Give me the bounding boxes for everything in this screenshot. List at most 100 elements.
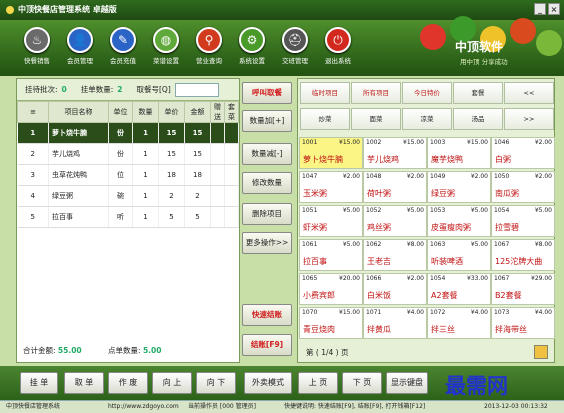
dish-cell[interactable]: 1070 ¥15.00 青豆烧肉 bbox=[299, 307, 363, 339]
toolbar-label: 营业查询 bbox=[196, 57, 222, 65]
dish-cell[interactable]: 1071 ¥4.00 拌黄瓜 bbox=[363, 307, 427, 339]
dish-cell[interactable]: 1061 ¥5.00 拉百事 bbox=[299, 239, 363, 271]
category-tab[interactable]: 炒菜 bbox=[300, 108, 350, 130]
action-button[interactable]: 呼叫取餐 bbox=[242, 82, 292, 104]
item-name: 萝卜烧牛腩 bbox=[48, 122, 109, 144]
dish-code: 1073 bbox=[494, 309, 510, 316]
bottom-button[interactable]: 向 下 bbox=[196, 372, 236, 394]
bottom-button[interactable]: 下 页 bbox=[342, 372, 382, 394]
toolbar-button[interactable]: ◍ 菜谱设置 bbox=[146, 27, 186, 65]
bottom-button[interactable]: 外卖模式 bbox=[244, 372, 292, 394]
dish-price: ¥5.00 bbox=[470, 207, 488, 214]
dish-price: ¥5.00 bbox=[470, 241, 488, 248]
toolbar-button[interactable]: ⛑ 交班管理 bbox=[275, 27, 315, 65]
action-button[interactable]: 数量减[-] bbox=[242, 143, 292, 165]
toolbar-button[interactable]: ⚲ 营业查询 bbox=[189, 27, 229, 65]
menu-panel: 临时项目 所有项目 今日特价 套餐 << 炒菜 面菜 凉菜 汤品 >> 1001 ¥15.00 萝卜烧… bbox=[297, 78, 555, 363]
action-button[interactable]: 更多操作>> bbox=[242, 232, 292, 254]
bottom-button[interactable]: 上 页 bbox=[298, 372, 338, 394]
dish-cell[interactable]: 1049 ¥2.00 绿豆粥 bbox=[427, 171, 491, 203]
action-button[interactable]: 删除项目 bbox=[242, 203, 292, 225]
bottom-button[interactable]: 向 上 bbox=[152, 372, 192, 394]
dish-cell[interactable]: 1054 ¥33.00 A2套餐 bbox=[427, 273, 491, 305]
col-header: 项目名称 bbox=[48, 101, 109, 123]
dish-cell[interactable]: 1001 ¥15.00 萝卜烧牛腩 bbox=[299, 137, 363, 169]
dish-cell[interactable]: 1066 ¥2.00 白米饭 bbox=[363, 273, 427, 305]
toolbar-label: 会员充值 bbox=[110, 57, 136, 65]
status-operator: 当前操作员 [000 管理员] bbox=[188, 403, 256, 410]
toolbar-button[interactable]: ♨ 快餐销售 bbox=[17, 27, 57, 65]
dish-cell[interactable]: 1048 ¥2.00 荷叶粥 bbox=[363, 171, 427, 203]
category-tab[interactable]: >> bbox=[504, 108, 554, 130]
bottom-button[interactable]: 挂 单 bbox=[20, 372, 58, 394]
row-index: 2 bbox=[17, 143, 49, 165]
order-table-header: ≡ 项目名称 单位 数量 单价 金额 赠送 套菜 bbox=[17, 101, 239, 123]
category-tab[interactable]: 今日特价 bbox=[402, 82, 452, 104]
toolbar-label: 交班管理 bbox=[282, 57, 308, 65]
dish-price: ¥4.00 bbox=[406, 309, 424, 316]
page-indicator: 第 ( 1/4 ) 页 bbox=[306, 348, 349, 357]
status-time: 2013-12-03 00:13:32 bbox=[484, 403, 548, 410]
dish-cell[interactable]: 1065 ¥20.00 小费宾郎 bbox=[299, 273, 363, 305]
toolbar-button[interactable]: ⏻ 退出系统 bbox=[318, 27, 358, 65]
toolbar-icon: ⛑ bbox=[282, 27, 308, 53]
dish-cell[interactable]: 1047 ¥2.00 玉米粥 bbox=[299, 171, 363, 203]
dish-cell[interactable]: 1046 ¥2.00 白粥 bbox=[491, 137, 555, 169]
dish-cell[interactable]: 1051 ¥5.00 虾米粥 bbox=[299, 205, 363, 237]
toolbar-label: 菜谱设置 bbox=[153, 57, 179, 65]
bottom-button[interactable]: 显示键盘 bbox=[386, 372, 428, 394]
action-button[interactable]: 快速结账 bbox=[242, 304, 292, 326]
dish-price: ¥5.00 bbox=[342, 241, 360, 248]
col-header: 单价 bbox=[158, 101, 185, 123]
dish-name: 皮蛋瘦肉粥 bbox=[431, 223, 471, 232]
dish-cell[interactable]: 1053 ¥5.00 皮蛋瘦肉粥 bbox=[427, 205, 491, 237]
bottom-button[interactable]: 取 单 bbox=[64, 372, 104, 394]
dish-cell[interactable]: 1050 ¥2.00 南瓜粥 bbox=[491, 171, 555, 203]
category-tab[interactable]: 临时项目 bbox=[300, 82, 350, 104]
table-row[interactable]: 1 萝卜烧牛腩份 1 15 15 bbox=[17, 122, 239, 144]
dish-cell[interactable]: 1062 ¥8.00 王老吉 bbox=[363, 239, 427, 271]
category-tab[interactable]: 所有项目 bbox=[351, 82, 401, 104]
dish-cell[interactable]: 1067 ¥29.00 B2套餐 bbox=[491, 273, 555, 305]
minimize-button[interactable]: _ bbox=[534, 3, 546, 15]
dish-name: 青豆烧肉 bbox=[303, 325, 335, 334]
toolbar-button[interactable]: ⚙ 系统设置 bbox=[232, 27, 272, 65]
dish-cell[interactable]: 1054 ¥5.00 拉雪碧 bbox=[491, 205, 555, 237]
category-tab[interactable]: 套餐 bbox=[453, 82, 503, 104]
table-row[interactable]: 3 虫草花炖鸭位 1 18 18 bbox=[17, 164, 239, 186]
batch-label: 挂待批次: bbox=[25, 85, 58, 94]
dish-cell[interactable]: 1003 ¥15.00 魔芋烧鸭 bbox=[427, 137, 491, 169]
table-row[interactable]: 4 绿豆粥碗 1 2 2 bbox=[17, 185, 239, 207]
dish-cell[interactable]: 1072 ¥4.00 拌三丝 bbox=[427, 307, 491, 339]
toolbar-button[interactable]: 👤 会员管理 bbox=[60, 27, 100, 65]
note-icon[interactable] bbox=[534, 345, 548, 359]
dish-cell[interactable]: 1002 ¥15.00 芋儿烧鸡 bbox=[363, 137, 427, 169]
toolbar-button[interactable]: ✎ 会员充值 bbox=[103, 27, 143, 65]
dish-name: 南瓜粥 bbox=[495, 189, 519, 198]
bottom-button[interactable]: 作 废 bbox=[108, 372, 148, 394]
category-tab[interactable]: << bbox=[504, 82, 554, 104]
dish-cell[interactable]: 1067 ¥8.00 125沱牌大曲 bbox=[491, 239, 555, 271]
row-index: 1 bbox=[17, 122, 49, 144]
dish-name: 拌海带丝 bbox=[495, 325, 527, 334]
item-unit: 位 bbox=[108, 164, 133, 186]
dish-cell[interactable]: 1063 ¥5.00 听装啤酒 bbox=[427, 239, 491, 271]
dish-price: ¥20.00 bbox=[339, 275, 360, 282]
category-tab[interactable]: 汤品 bbox=[453, 108, 503, 130]
dish-cell[interactable]: 1052 ¥5.00 鸡丝粥 bbox=[363, 205, 427, 237]
order-table-body: 1 萝卜烧牛腩份 1 15 15 2 芋儿烧鸡份 1 15 15 3 虫草花炖鸭位 1 18 18 4 绿豆粥碗… bbox=[17, 122, 239, 228]
take-number-input[interactable] bbox=[174, 82, 219, 97]
table-row[interactable]: 5 拉百事听 1 5 5 bbox=[17, 206, 239, 228]
dish-code: 1071 bbox=[366, 309, 382, 316]
dish-cell[interactable]: 1073 ¥4.00 拌海带丝 bbox=[491, 307, 555, 339]
category-tab[interactable]: 凉菜 bbox=[402, 108, 452, 130]
row-index: 4 bbox=[17, 185, 49, 207]
dish-price: ¥4.00 bbox=[534, 309, 552, 316]
category-tab[interactable]: 面菜 bbox=[351, 108, 401, 130]
close-button[interactable]: × bbox=[548, 3, 560, 15]
dish-price: ¥2.00 bbox=[534, 139, 552, 146]
action-button[interactable]: 修改数量 bbox=[242, 172, 292, 194]
table-row[interactable]: 2 芋儿烧鸡份 1 15 15 bbox=[17, 143, 239, 165]
action-button[interactable]: 结账[F9] bbox=[242, 334, 292, 356]
action-button[interactable]: 数量加[+] bbox=[242, 110, 292, 132]
